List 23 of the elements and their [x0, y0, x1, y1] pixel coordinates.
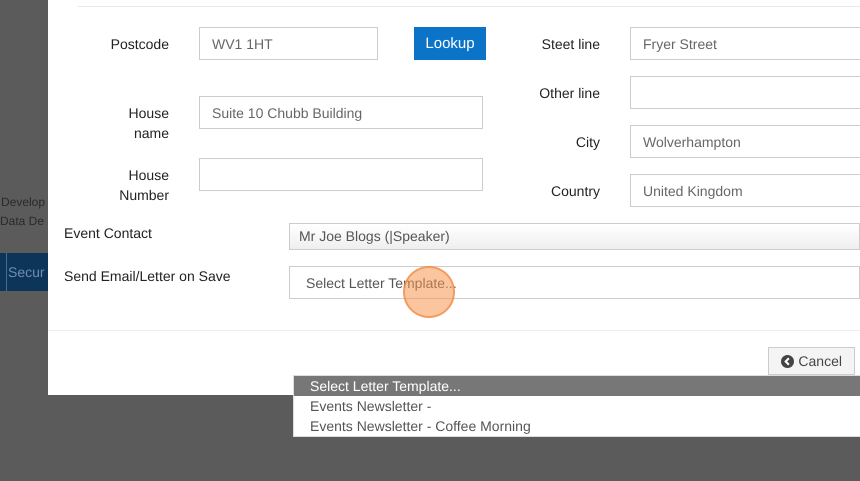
field-label: House name — [128, 104, 169, 143]
lookup-button[interactable]: Lookup — [414, 27, 486, 60]
field-label: Country — [550, 182, 600, 200]
input-field[interactable]: Wolverhampton — [630, 125, 860, 158]
dropdown-option[interactable]: Select Letter Template... — [294, 376, 860, 396]
input-field[interactable]: WV1 1HT — [199, 27, 378, 60]
field-label: House Number — [118, 166, 169, 205]
field-label: Send Email/Letter on Save — [64, 267, 232, 286]
dropdown-option[interactable]: Events Newsletter - — [294, 396, 860, 416]
field-label: City — [574, 132, 600, 152]
input-field[interactable]: Suite 10 Chubb Building — [199, 96, 483, 129]
field-label: Postcode — [110, 35, 169, 54]
input-field[interactable] — [630, 76, 860, 109]
input-field[interactable]: Fryer Street — [630, 27, 860, 60]
input-field[interactable] — [199, 158, 483, 191]
cancel-button[interactable]: Cancel — [768, 347, 855, 375]
field-label: Other line — [538, 84, 600, 102]
contact-select[interactable]: Mr Joe Blogs (|Speaker) — [289, 223, 860, 250]
dropdown-option[interactable]: Events Newsletter - Coffee Morning — [294, 416, 860, 436]
field-label: Event Contact — [64, 224, 153, 243]
nav-item[interactable]: Secur — [0, 253, 48, 291]
field-label: Steet line — [540, 34, 600, 54]
input-field[interactable]: United Kingdom — [630, 174, 860, 207]
